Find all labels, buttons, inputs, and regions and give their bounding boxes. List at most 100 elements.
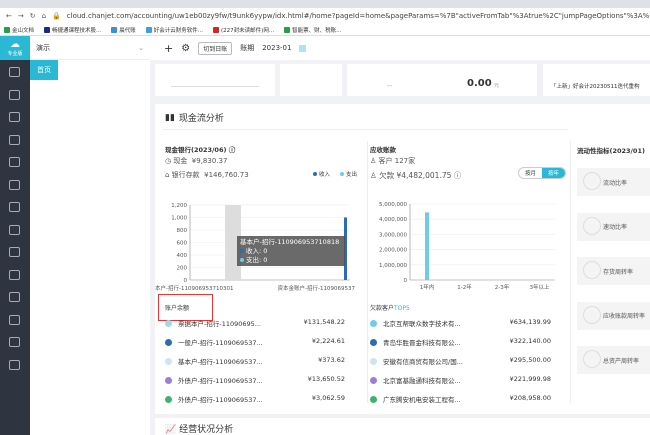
- item-amount: ¥322,140.00: [509, 337, 551, 345]
- list-item[interactable]: 青岛华胜晋金科技有限公...: [370, 337, 461, 347]
- y-tick-label: 1,000,000: [379, 263, 407, 269]
- item-amount: ¥208,958.00: [509, 394, 551, 402]
- bookmark-label: 智能票、财、税账...: [292, 27, 342, 34]
- switch-daily-button[interactable]: 切到日账: [198, 41, 233, 55]
- period-value[interactable]: 2023-01: [262, 44, 291, 52]
- lock-icon: 🔒: [52, 12, 61, 20]
- nav-rail-icon[interactable]: [9, 314, 20, 325]
- toggle-year[interactable]: 按年: [542, 168, 566, 178]
- account-icon: [165, 357, 172, 365]
- logo[interactable]: ☁ 专业版: [0, 36, 30, 60]
- y-tick-label: 0: [404, 278, 408, 284]
- gear-icon[interactable]: ⚙: [181, 43, 190, 54]
- item-amount: ¥2,224.61: [311, 337, 345, 345]
- account-icon: [370, 376, 377, 384]
- summary-card-1: [155, 64, 275, 96]
- liquidity-indicator[interactable]: 存货周转率: [577, 257, 650, 285]
- list-item[interactable]: 一般户-招行-1109069537...: [165, 337, 263, 347]
- nav-rail-icon[interactable]: [9, 67, 20, 77]
- tab-home[interactable]: 首页: [30, 60, 58, 80]
- nav-rail-icon[interactable]: [9, 269, 20, 280]
- nav-rail-icon[interactable]: [9, 224, 20, 235]
- bookmark-item[interactable]: 智能票、财、税账...: [284, 26, 341, 34]
- summary-card-2: [280, 64, 342, 96]
- account-icon: [370, 319, 377, 327]
- nav-rail-icon[interactable]: [9, 134, 20, 145]
- period-toggle[interactable]: 按月 按年: [518, 167, 567, 179]
- summary-unit: 元: [494, 83, 500, 89]
- forward-icon[interactable]: →: [18, 12, 24, 20]
- help-icon[interactable]: ⓘ: [229, 146, 236, 154]
- list-item[interactable]: 基本户-招行-1109069537...: [165, 356, 263, 366]
- address-bar[interactable]: ← → ↻ ⌂ 🔒 cloud.chanjet.com/accounting/uw1eb…: [0, 8, 650, 24]
- liquidity-indicator[interactable]: 总资产周转率: [577, 346, 650, 374]
- cloud-icon: ☁: [10, 39, 20, 50]
- y-tick-label: 0: [184, 278, 188, 284]
- x-tick-label: 1年内: [420, 283, 435, 291]
- list-item[interactable]: 外债户-招行-1109069537...: [165, 375, 263, 385]
- tab-home-label: 首页: [37, 66, 51, 74]
- liquidity-indicator[interactable]: 应收账款周转率: [577, 301, 650, 330]
- x-tick-label: 2-3年: [495, 283, 510, 291]
- notice-card[interactable]: 「上新」好会计20230511迭代重构: [543, 64, 650, 96]
- add-icon[interactable]: +: [164, 42, 173, 55]
- bookmark-item[interactable]: (227封未读邮件)网...: [213, 26, 274, 34]
- account-icon: [165, 395, 172, 403]
- y-tick-label: 200: [177, 266, 188, 272]
- y-tick-label: 3,000,000: [379, 232, 407, 238]
- nav-rail-icon[interactable]: [9, 157, 20, 167]
- home-icon[interactable]: ⌂: [42, 12, 46, 20]
- account-select[interactable]: 演示 ⌄: [30, 36, 150, 60]
- item-name: 票据本户-招行-11090695...: [178, 320, 261, 328]
- nav-rail-icon[interactable]: [9, 179, 20, 190]
- reload-icon[interactable]: ↻: [30, 12, 36, 20]
- nav-rail-icon[interactable]: [9, 359, 20, 370]
- list-item[interactable]: 北京富基融通科技有限公...: [370, 375, 461, 385]
- summary-card-3: -- 0.00 元: [347, 64, 537, 96]
- legend-expense: 支出: [340, 170, 357, 178]
- bookmark-icon: [213, 26, 220, 33]
- account-icon: [165, 338, 172, 346]
- bookmark-label: 晨代账: [119, 27, 136, 34]
- account-icon: [370, 395, 377, 403]
- nav-rail-icon[interactable]: [9, 337, 20, 347]
- indicator-label: 存货周转率: [603, 268, 634, 276]
- list-item[interactable]: 广东腾安机电安装工程有...: [370, 394, 461, 404]
- nav-rail-icon[interactable]: [9, 247, 20, 257]
- indicator-icon: [583, 350, 601, 368]
- url-text[interactable]: cloud.chanjet.com/accounting/uw1eb00zy9f…: [67, 12, 650, 20]
- liquidity-indicator[interactable]: 速动比率: [577, 212, 650, 241]
- list-item[interactable]: 外债户-招行-1109069537...: [165, 394, 263, 404]
- legend-income: 收入: [313, 170, 330, 178]
- nav-rail-icon[interactable]: [9, 112, 20, 122]
- account-select-value: 演示: [36, 43, 50, 52]
- liquidity-indicator[interactable]: 流动比率: [577, 168, 650, 196]
- bookmark-icon: [4, 26, 10, 33]
- nav-rail-icon[interactable]: [9, 89, 20, 100]
- nav-rail-icon[interactable]: [9, 202, 20, 212]
- bookmark-item[interactable]: 金山文档: [4, 26, 34, 34]
- bookmark-item[interactable]: 晨代账: [111, 26, 136, 34]
- y-tick-label: 800: [177, 228, 188, 234]
- period-label: 账期: [240, 44, 255, 52]
- toggle-month[interactable]: 按月: [519, 168, 542, 178]
- bookmark-item[interactable]: 畅捷通课程技术股...: [44, 26, 101, 34]
- nav-rail-icon[interactable]: [9, 292, 20, 302]
- item-name: 外债户-招行-1109069537...: [178, 396, 263, 404]
- customers-row: ♙ 客户 127家: [370, 157, 416, 165]
- back-icon[interactable]: ←: [6, 12, 12, 20]
- bookmark-icon: [44, 26, 51, 33]
- calendar-icon[interactable]: [299, 44, 307, 52]
- list-item[interactable]: 票据本户-招行-11090695...: [165, 318, 261, 328]
- y-tick-label: 4,000,000: [379, 217, 407, 223]
- list-item[interactable]: 北京互帮联众数字技术有...: [370, 318, 461, 328]
- bookmark-item[interactable]: 好会计云财务软件...: [145, 26, 203, 34]
- browser-tab-strip[interactable]: [0, 0, 650, 8]
- item-name: 广东腾安机电安装工程有...: [383, 396, 461, 404]
- item-name: 青岛华胜晋金科技有限公...: [383, 339, 461, 347]
- notice-text[interactable]: 「上新」好会计20230511迭代重构: [551, 82, 640, 90]
- x-tick-label: 3年以上: [530, 283, 550, 291]
- chart-legend[interactable]: 收入 支出: [313, 170, 357, 178]
- list-item[interactable]: 安徽有信商贸有限公司/国...: [370, 356, 463, 366]
- top-customers-title: 欠款客户TOP5: [370, 305, 410, 312]
